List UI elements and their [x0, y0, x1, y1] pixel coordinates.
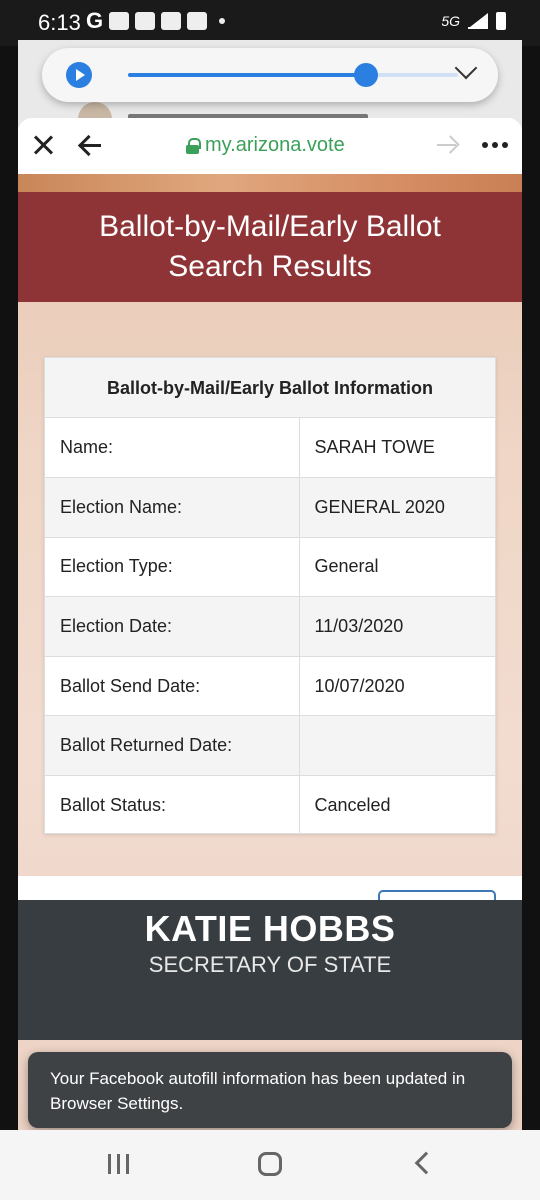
- card-title: Ballot-by-Mail/Early Ballot Information: [45, 358, 495, 418]
- network-type: 5G: [441, 13, 460, 29]
- address-bar[interactable]: my.arizona.vote: [186, 134, 345, 157]
- row-value: 11/03/2020: [299, 596, 495, 657]
- row-value: General: [299, 537, 495, 598]
- close-icon[interactable]: [32, 134, 54, 156]
- row-value: 10/07/2020: [299, 656, 495, 717]
- footer-subtitle: SECRETARY OF STATE: [148, 952, 392, 977]
- media-player-pill[interactable]: [42, 48, 498, 102]
- youtube-icon: [161, 12, 182, 30]
- ballot-info-card: Ballot-by-Mail/Early Ballot Information …: [44, 357, 496, 836]
- forward-arrow-icon[interactable]: [436, 134, 460, 156]
- row-label: Election Name:: [45, 477, 300, 538]
- status-time: 6:13: [38, 10, 81, 35]
- table-row: Election Type: General: [45, 537, 495, 598]
- row-value: Canceled: [314, 795, 391, 816]
- youtube-icon: [187, 12, 208, 30]
- row-label: Election Date:: [45, 596, 300, 657]
- autofill-toast: Your Facebook autofill information has b…: [28, 1052, 512, 1128]
- notification-icons: G: [86, 8, 226, 33]
- row-label: Name:: [45, 418, 300, 479]
- footer-name: KATIE HOBBS: [144, 908, 396, 949]
- in-app-browser: my.arizona.vote Ballot-by-Mail/Early Bal…: [18, 118, 522, 1130]
- gmail-icon: [109, 12, 130, 30]
- recents-icon[interactable]: [108, 1154, 129, 1174]
- row-label: Ballot Send Date:: [45, 656, 300, 717]
- ballot-info-table: Name: SARAH TOWE Election Name: GENERAL 20…: [45, 418, 495, 836]
- page-subtitle: Search Results: [168, 250, 372, 283]
- table-row: Ballot Status: Canceled: [45, 775, 495, 836]
- table-row: Election Date: 11/03/2020: [45, 596, 495, 657]
- desert-header-image: [18, 174, 522, 192]
- row-label: Election Type:: [45, 537, 300, 598]
- lock-icon: [186, 137, 201, 154]
- row-label: Ballot Returned Date:: [45, 715, 300, 777]
- battery-icon: [496, 12, 506, 30]
- url-text: my.arizona.vote: [205, 134, 345, 156]
- row-value: GENERAL 2020: [299, 477, 495, 538]
- table-row: Ballot Send Date: 10/07/2020: [45, 656, 495, 717]
- seek-bar-fill: [128, 73, 366, 77]
- back-icon[interactable]: [414, 1151, 438, 1175]
- chevron-down-icon[interactable]: [454, 56, 478, 80]
- row-value: SARAH TOWE: [299, 418, 495, 479]
- seek-bar-thumb[interactable]: [353, 63, 378, 87]
- seek-bar[interactable]: [128, 63, 458, 87]
- back-arrow-icon[interactable]: [78, 134, 104, 156]
- page-title-banner: Ballot-by-Mail/Early Ballot Search Resul…: [18, 192, 522, 302]
- signal-icon: [468, 13, 488, 29]
- more-options-icon[interactable]: [482, 142, 508, 148]
- more-notifications-dot-icon: [219, 18, 226, 24]
- row-value: [299, 715, 495, 777]
- system-status-icons: 5G: [441, 12, 506, 30]
- navigation-bar: [0, 1130, 540, 1200]
- table-row: Name: SARAH TOWE: [45, 418, 495, 479]
- google-icon: G: [86, 8, 104, 33]
- table-row: Ballot Returned Date:: [45, 715, 495, 777]
- youtube-icon: [135, 12, 156, 30]
- play-icon[interactable]: [66, 62, 92, 88]
- row-label: Ballot Status:: [45, 775, 300, 836]
- web-page: Ballot-by-Mail/Early Ballot Search Resul…: [18, 174, 522, 1130]
- browser-toolbar: my.arizona.vote: [18, 118, 522, 174]
- table-row: Election Name: GENERAL 2020: [45, 477, 495, 538]
- page-title: Ballot-by-Mail/Early Ballot: [99, 210, 441, 243]
- site-footer: KATIE HOBBS SECRETARY OF STATE: [18, 900, 522, 1040]
- home-icon[interactable]: [258, 1152, 282, 1176]
